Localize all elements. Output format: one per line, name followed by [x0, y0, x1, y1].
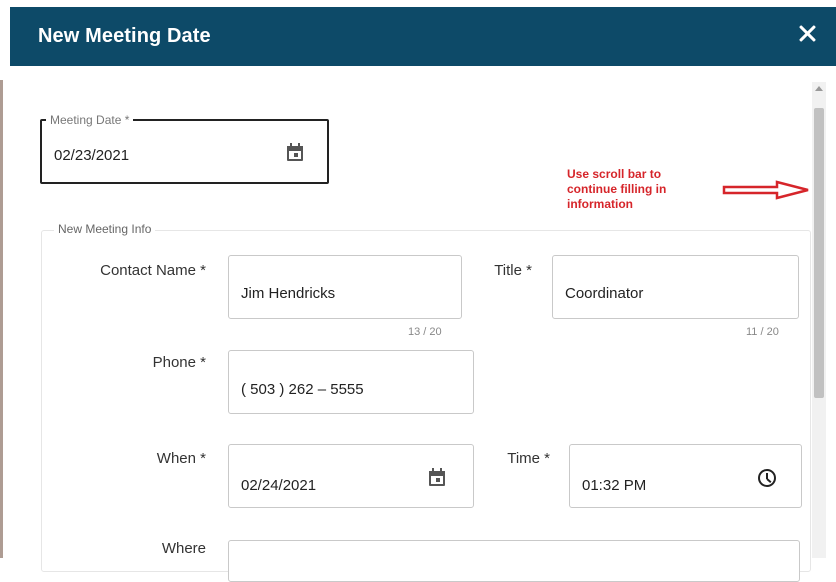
calendar-icon[interactable] [287, 143, 303, 161]
time-value: 01:32 PM [582, 477, 647, 494]
meeting-info-legend: New Meeting Info [54, 222, 156, 236]
contact-name-value: Jim Hendricks [241, 285, 336, 302]
when-value: 02/24/2021 [241, 477, 317, 494]
arrow-right-icon [722, 180, 809, 200]
time-input[interactable]: 01:32 PM [569, 444, 802, 508]
title-label: Title * [494, 262, 532, 279]
scroll-up-icon[interactable] [815, 86, 823, 91]
meeting-date-field[interactable]: Meeting Date * 02/23/2021 [40, 113, 329, 184]
backdrop [0, 0, 10, 558]
contact-name-label: Contact Name * [100, 262, 206, 279]
meeting-date-label: Meeting Date * [46, 113, 134, 127]
clock-icon[interactable] [758, 469, 776, 487]
meeting-date-value: 02/23/2021 [54, 147, 130, 164]
where-input[interactable] [228, 540, 800, 582]
title-input[interactable]: Coordinator [552, 255, 799, 319]
scrollbar-thumb[interactable] [814, 108, 824, 398]
scroll-hint-line1: Use scroll bar to [567, 167, 662, 181]
scrollbar[interactable] [812, 82, 826, 558]
phone-input[interactable]: ( 503 ) 262 – 5555 [228, 350, 474, 414]
phone-value: ( 503 ) 262 – 5555 [241, 381, 364, 398]
calendar-icon[interactable] [429, 468, 445, 486]
scroll-hint-annotation: Use scroll bar to continue filling in in… [567, 167, 717, 212]
scroll-hint-line3: information [567, 197, 633, 211]
contact-name-counter: 13 / 20 [408, 326, 442, 338]
when-label: When * [156, 450, 206, 467]
dialog-title: New Meeting Date [38, 25, 211, 47]
close-icon[interactable] [796, 22, 818, 44]
dialog-body: Meeting Date * 02/23/2021 Use scroll bar… [10, 66, 836, 582]
dialog-header: New Meeting Date [10, 7, 836, 66]
time-label: Time * [507, 450, 550, 467]
scroll-hint-line2: continue filling in [567, 182, 667, 196]
when-input[interactable]: 02/24/2021 [228, 444, 474, 508]
title-counter: 11 / 20 [746, 326, 779, 338]
phone-label: Phone * [152, 354, 206, 371]
title-value: Coordinator [565, 285, 644, 302]
where-label: Where [161, 540, 206, 557]
contact-name-input[interactable]: Jim Hendricks [228, 255, 462, 319]
backdrop-edge [0, 80, 3, 558]
